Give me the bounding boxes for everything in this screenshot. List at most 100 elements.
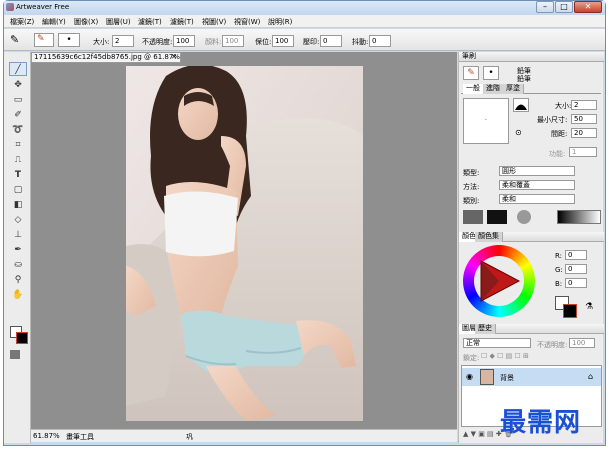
link-icon[interactable]: ⊙ <box>515 128 522 137</box>
status-bar: 61.87% 畫筆工具 巩 <box>31 429 457 442</box>
size-input[interactable]: 2 <box>112 35 134 47</box>
clone-icon[interactable]: ⊥ <box>9 228 27 242</box>
brush-size-input[interactable]: 2 <box>571 100 597 110</box>
jitter-label: 壓印: <box>303 38 320 46</box>
color-wheel[interactable] <box>463 245 535 317</box>
brush-category-icon[interactable]: ✎ <box>463 66 479 80</box>
move-tool-icon[interactable]: ✥ <box>9 78 27 92</box>
fill-bucket-icon[interactable]: ⛀ <box>9 258 27 272</box>
menu-view[interactable]: 視圖(V) <box>202 17 226 27</box>
current-tool-label: 畫筆工具 <box>66 433 94 441</box>
type-label: 類型: <box>463 169 480 177</box>
eye-icon[interactable]: ◉ <box>466 372 473 381</box>
smooth-label: 抖動: <box>352 38 369 46</box>
eraser-icon[interactable]: ◇ <box>9 213 27 227</box>
size-label: 大小: <box>93 38 110 46</box>
b-label: B: <box>555 280 563 288</box>
layer-thumbnail <box>480 369 494 385</box>
opacity-input[interactable]: 100 <box>173 35 195 47</box>
method-label: 方法: <box>463 183 480 191</box>
eyedropper-icon[interactable]: ⚗ <box>585 302 593 312</box>
pattern-swatch[interactable] <box>487 210 507 224</box>
brush-icon[interactable]: ✐ <box>9 108 27 122</box>
menu-select[interactable]: 濾鏡(T) <box>138 17 162 27</box>
tab-impasto[interactable]: 厚塗 <box>503 84 524 94</box>
document-photo[interactable] <box>126 66 363 421</box>
menu-filter[interactable]: 濾鏡(T) <box>170 17 194 27</box>
texture-swatch[interactable] <box>463 210 483 224</box>
brush-tip-picker[interactable]: • <box>58 33 80 47</box>
shape-tool-icon[interactable]: ▢ <box>9 183 27 197</box>
jitter-input[interactable]: 0 <box>320 35 342 47</box>
stamp-icon[interactable]: ⎍ <box>9 153 27 167</box>
app-logo-icon <box>6 3 14 11</box>
color-panel-header: 顏色 顏色集 <box>459 232 604 242</box>
menu-edit[interactable]: 編輯(Y) <box>42 17 66 27</box>
method-select[interactable]: 柔和覆蓋 <box>499 180 575 190</box>
menu-window[interactable]: 視窗(W) <box>234 17 260 27</box>
menu-file[interactable]: 檔案(Z) <box>10 17 34 27</box>
r-input[interactable]: 0 <box>565 250 587 260</box>
menu-image[interactable]: 圖像(X) <box>74 17 98 27</box>
minimize-button[interactable]: – <box>536 1 554 13</box>
title-bar <box>4 1 605 15</box>
zoom-level[interactable]: 61.87% <box>33 432 60 440</box>
gradient-swatch[interactable] <box>557 210 601 224</box>
grain-input[interactable]: 100 <box>272 35 294 47</box>
tab-color-set[interactable]: 顏色集 <box>475 232 503 242</box>
menu-help[interactable]: 說明(R) <box>268 17 292 27</box>
crop-icon[interactable]: ⌗ <box>9 138 27 152</box>
brush-preset-picker[interactable]: ✎ <box>34 33 54 47</box>
g-label: G: <box>555 266 563 274</box>
brush-curve-icon[interactable] <box>513 98 529 112</box>
brush-variant-name: 鉛筆 <box>517 75 531 83</box>
document-tab[interactable]: 17115639c6c12f45db8765.jpg @ 61.87% ✕ <box>31 52 181 63</box>
function-input[interactable]: 1 <box>569 147 597 157</box>
zoom-icon[interactable]: ⚲ <box>9 273 27 287</box>
close-button[interactable]: ✕ <box>574 1 602 13</box>
blend-mode-select[interactable]: 正常 <box>463 338 531 348</box>
layer-opacity-label: 不透明度: <box>537 341 568 349</box>
opacity-label: 不透明度: <box>142 38 173 46</box>
type-select[interactable]: 圓形 <box>499 166 575 176</box>
function-label: 功能: <box>549 150 566 158</box>
rect-select-icon[interactable]: ▭ <box>9 93 27 107</box>
watermark-logo: 最需网 <box>500 408 582 438</box>
tab-advanced[interactable]: 進階 <box>483 84 504 94</box>
layer-opacity-input[interactable]: 100 <box>569 338 595 348</box>
spacing-input[interactable]: 20 <box>571 128 597 138</box>
gradient-icon[interactable]: ◧ <box>9 198 27 212</box>
lock-icons[interactable]: ☐ ◆ ☐ ▤ ☐ ⊞ <box>481 352 541 361</box>
category-select[interactable]: 柔和 <box>499 194 575 204</box>
layers-panel-header: 圖層 歷史 <box>459 324 604 334</box>
lasso-icon[interactable]: ➰ <box>9 123 27 137</box>
min-size-input[interactable]: 50 <box>571 114 597 124</box>
maximize-button[interactable]: □ <box>555 1 573 13</box>
grain-label: 保位: <box>255 38 272 46</box>
status-extra: 巩 <box>186 433 193 441</box>
background-color-swatch[interactable] <box>16 332 28 344</box>
brush-preview: · <box>463 98 509 144</box>
layer-row[interactable]: ◉ 背景 ⌂ <box>462 368 601 386</box>
category-label: 類別: <box>463 197 480 205</box>
g-input[interactable]: 0 <box>565 264 587 274</box>
b-input[interactable]: 0 <box>565 278 587 288</box>
blend-label: 顏料: <box>205 38 222 46</box>
text-tool-icon[interactable]: T <box>9 168 27 182</box>
menu-bar: 檔案(Z) 編輯(Y) 圖像(X) 圖層(U) 濾鏡(T) 濾鏡(T) 視圖(V… <box>4 15 605 28</box>
brush-tip-icon[interactable]: • <box>483 66 499 80</box>
tab-general[interactable]: 一般 <box>463 84 484 94</box>
paper-swatch[interactable] <box>517 210 531 224</box>
close-icon[interactable]: ✕ <box>171 53 177 62</box>
menu-layer[interactable]: 圖層(U) <box>106 17 131 27</box>
smooth-input[interactable]: 0 <box>369 35 391 47</box>
blend-input[interactable]: 100 <box>222 35 244 47</box>
hand-icon[interactable]: ✋ <box>9 288 27 302</box>
tab-history[interactable]: 歷史 <box>475 324 496 334</box>
pencil-tool-icon[interactable]: ✎ <box>10 33 24 47</box>
panel-bg-swatch[interactable] <box>563 304 577 318</box>
quick-mask-icon[interactable] <box>10 350 20 359</box>
min-size-label: 最小尺寸: <box>537 116 568 124</box>
pencil-tool-icon[interactable]: ╱ <box>9 62 27 76</box>
eyedropper-icon[interactable]: ✒ <box>9 243 27 257</box>
